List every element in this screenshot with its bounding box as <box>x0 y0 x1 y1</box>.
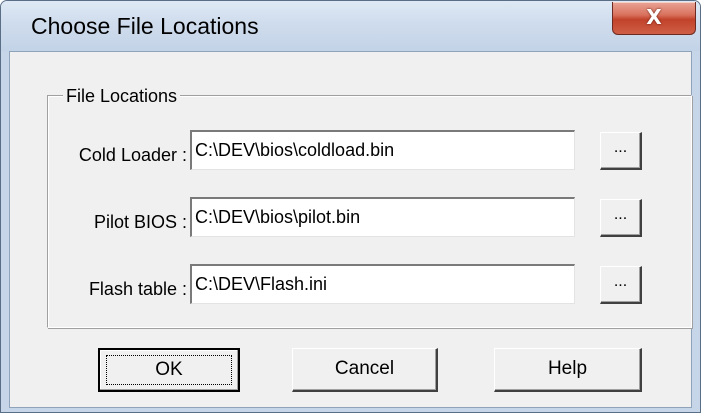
help-button[interactable]: Help <box>494 348 642 392</box>
ok-button[interactable]: OK <box>98 348 240 392</box>
flash-table-browse-button[interactable]: ... <box>600 266 642 304</box>
pilot-bios-browse-button[interactable]: ... <box>600 199 642 237</box>
choose-file-locations-dialog: Choose File Locations X File Locations C… <box>0 0 701 413</box>
cold-loader-field[interactable] <box>190 130 575 170</box>
ok-button-label: OK <box>155 359 183 380</box>
pilot-bios-label: Pilot BIOS : <box>93 212 187 232</box>
dialog-client-area: File Locations Cold Loader : ... Pilot B… <box>9 51 692 408</box>
flash-table-label: Flash table : <box>88 279 187 299</box>
cold-loader-browse-button[interactable]: ... <box>600 132 642 170</box>
close-button[interactable]: X <box>612 2 696 35</box>
flash-table-field[interactable] <box>190 264 575 304</box>
cold-loader-label: Cold Loader : <box>78 145 187 165</box>
window-title: Choose File Locations <box>31 13 259 39</box>
close-icon: X <box>646 5 662 29</box>
pilot-bios-field[interactable] <box>190 197 575 237</box>
group-label: File Locations <box>63 85 181 107</box>
title-bar[interactable]: Choose File Locations X <box>1 1 700 51</box>
cancel-button[interactable]: Cancel <box>292 348 438 392</box>
